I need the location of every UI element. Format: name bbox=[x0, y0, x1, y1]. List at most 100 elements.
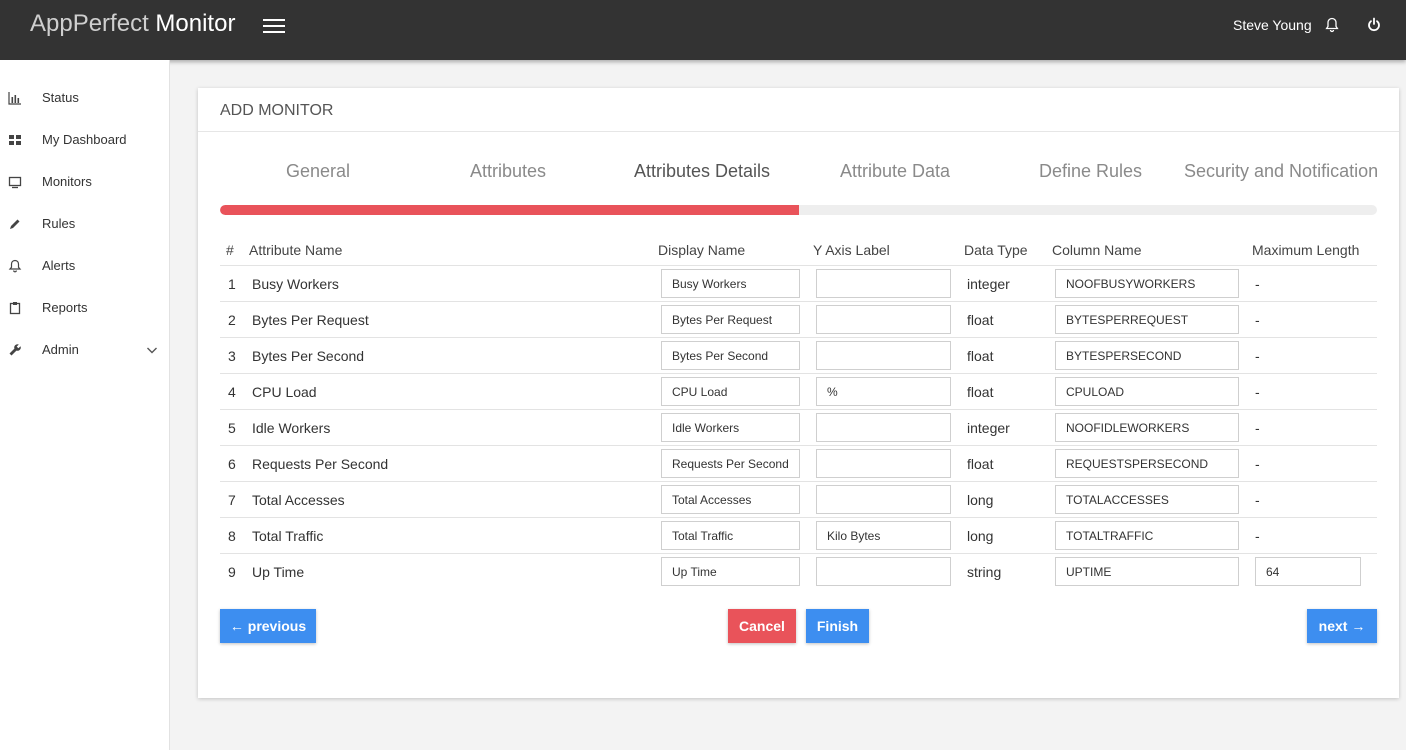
maximum-length: - bbox=[1255, 420, 1260, 436]
column-name-input[interactable] bbox=[1055, 413, 1239, 442]
maximum-length: - bbox=[1255, 384, 1260, 400]
table-row: 2 Bytes Per Request float - bbox=[220, 301, 1377, 337]
data-type: float bbox=[967, 456, 994, 472]
y-axis-label-input[interactable] bbox=[816, 449, 951, 478]
display-name-input[interactable] bbox=[661, 269, 800, 298]
maximum-length: - bbox=[1255, 312, 1260, 328]
page-title: ADD MONITOR bbox=[220, 102, 334, 119]
tab-define-rules[interactable]: Define Rules bbox=[1039, 161, 1142, 182]
y-axis-label-input[interactable] bbox=[816, 485, 951, 514]
next-button[interactable]: next → bbox=[1307, 609, 1377, 643]
data-type: float bbox=[967, 384, 994, 400]
y-axis-label-input[interactable] bbox=[816, 521, 951, 550]
sidebar-item-label: Admin bbox=[42, 342, 79, 357]
display-name-input[interactable] bbox=[661, 485, 800, 514]
column-header-num: # bbox=[226, 242, 234, 258]
column-name-input[interactable] bbox=[1055, 269, 1239, 298]
sidebar-item-alerts[interactable]: Alerts bbox=[0, 248, 170, 284]
column-name-input[interactable] bbox=[1055, 305, 1239, 334]
cancel-button[interactable]: Cancel bbox=[728, 609, 796, 643]
sidebar-item-my-dashboard[interactable]: My Dashboard bbox=[0, 122, 170, 158]
maximum-length: - bbox=[1255, 528, 1260, 544]
menu-toggle-icon[interactable] bbox=[263, 16, 285, 34]
display-name-input[interactable] bbox=[661, 557, 800, 586]
top-bar: AppPerfect Monitor Steve Young bbox=[0, 0, 1406, 60]
bar-chart-icon bbox=[8, 92, 21, 105]
row-number: 3 bbox=[228, 348, 236, 364]
attribute-name: Total Traffic bbox=[252, 528, 324, 544]
attribute-name: Requests Per Second bbox=[252, 456, 389, 472]
attribute-name: CPU Load bbox=[252, 384, 317, 400]
display-name-input[interactable] bbox=[661, 521, 800, 550]
display-name-input[interactable] bbox=[661, 377, 800, 406]
sidebar: Status My Dashboard Monitors Rules Alert… bbox=[0, 60, 170, 750]
monitor-icon bbox=[8, 176, 22, 189]
attribute-name: Bytes Per Second bbox=[252, 348, 365, 364]
previous-button[interactable]: ← previous bbox=[220, 609, 316, 643]
row-number: 9 bbox=[228, 564, 236, 580]
app-name-bold: Monitor bbox=[155, 10, 236, 37]
table-row: 8 Total Traffic long - bbox=[220, 517, 1377, 553]
wizard-progress-fill bbox=[220, 205, 799, 215]
column-header-y-axis-label: Y Axis Label bbox=[813, 242, 890, 258]
maximum-length-input[interactable] bbox=[1255, 557, 1361, 586]
y-axis-label-input[interactable] bbox=[816, 269, 951, 298]
chevron-down-icon[interactable] bbox=[146, 344, 158, 356]
finish-button[interactable]: Finish bbox=[806, 609, 869, 643]
column-header-attribute-name: Attribute Name bbox=[249, 242, 343, 258]
row-number: 1 bbox=[228, 276, 236, 292]
display-name-input[interactable] bbox=[661, 305, 800, 334]
sidebar-item-admin[interactable]: Admin bbox=[0, 332, 170, 368]
data-type: long bbox=[967, 492, 994, 508]
column-header-data-type: Data Type bbox=[964, 242, 1028, 258]
y-axis-label-input[interactable] bbox=[816, 305, 951, 334]
maximum-length: - bbox=[1255, 348, 1260, 364]
column-header-maximum-length: Maximum Length bbox=[1252, 242, 1360, 258]
app-name-light: AppPerfect bbox=[30, 10, 149, 37]
row-number: 2 bbox=[228, 312, 236, 328]
dashboard-icon bbox=[9, 135, 21, 145]
tab-attributes[interactable]: Attributes bbox=[470, 161, 546, 182]
power-icon[interactable] bbox=[1367, 17, 1381, 33]
data-type: string bbox=[967, 564, 1002, 580]
clipboard-icon bbox=[9, 302, 21, 315]
display-name-input[interactable] bbox=[661, 449, 800, 478]
row-number: 6 bbox=[228, 456, 236, 472]
column-name-input[interactable] bbox=[1055, 341, 1239, 370]
wizard-progress-bar bbox=[220, 205, 1377, 215]
column-name-input[interactable] bbox=[1055, 449, 1239, 478]
display-name-input[interactable] bbox=[661, 341, 800, 370]
row-number: 7 bbox=[228, 492, 236, 508]
data-type: long bbox=[967, 528, 994, 544]
tab-security-and-notification[interactable]: Security and Notification bbox=[1184, 161, 1378, 182]
sidebar-item-label: Rules bbox=[42, 216, 76, 231]
maximum-length: - bbox=[1255, 456, 1260, 472]
column-name-input[interactable] bbox=[1055, 557, 1239, 586]
attribute-name: Total Accesses bbox=[252, 492, 345, 508]
user-name[interactable]: Steve Young bbox=[1233, 17, 1312, 33]
tab-general[interactable]: General bbox=[286, 161, 350, 182]
y-axis-label-input[interactable] bbox=[816, 557, 951, 586]
sidebar-item-label: Reports bbox=[42, 300, 88, 315]
notification-bell-icon[interactable] bbox=[1325, 17, 1339, 33]
column-name-input[interactable] bbox=[1055, 377, 1239, 406]
column-name-input[interactable] bbox=[1055, 521, 1239, 550]
y-axis-label-input[interactable] bbox=[816, 377, 951, 406]
table-row: 5 Idle Workers integer - bbox=[220, 409, 1377, 445]
attribute-name: Bytes Per Request bbox=[252, 312, 369, 328]
sidebar-item-reports[interactable]: Reports bbox=[0, 290, 170, 326]
maximum-length: - bbox=[1255, 492, 1260, 508]
sidebar-item-rules[interactable]: Rules bbox=[0, 206, 170, 242]
data-type: integer bbox=[967, 276, 1010, 292]
bell-icon bbox=[8, 259, 22, 273]
y-axis-label-input[interactable] bbox=[816, 413, 951, 442]
table-row: 1 Busy Workers integer - bbox=[220, 265, 1377, 301]
y-axis-label-input[interactable] bbox=[816, 341, 951, 370]
tab-attribute-data[interactable]: Attribute Data bbox=[840, 161, 950, 182]
tab-attributes-details[interactable]: Attributes Details bbox=[634, 161, 770, 182]
display-name-input[interactable] bbox=[661, 413, 800, 442]
sidebar-item-monitors[interactable]: Monitors bbox=[0, 164, 170, 200]
column-name-input[interactable] bbox=[1055, 485, 1239, 514]
app-logo[interactable]: AppPerfect Monitor bbox=[30, 10, 235, 38]
sidebar-item-status[interactable]: Status bbox=[0, 80, 170, 116]
